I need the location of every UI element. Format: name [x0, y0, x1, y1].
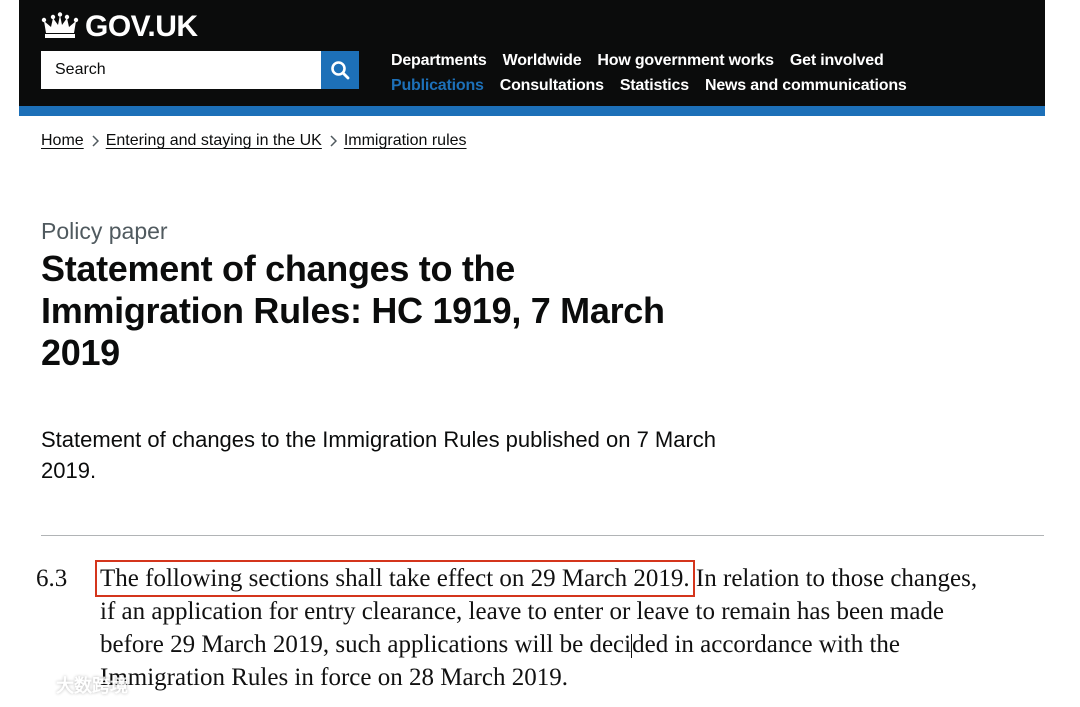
search-input[interactable]	[41, 51, 321, 89]
excerpt-line-3: before 29 March 2019, such applications …	[100, 628, 1060, 661]
excerpt-line-1: The following sections shall take effect…	[95, 560, 1060, 597]
crown-icon	[41, 12, 79, 38]
nav-publications[interactable]: Publications	[391, 77, 484, 95]
paragraph-number: 6.3	[36, 565, 68, 592]
header-accent-bar	[19, 106, 1045, 116]
breadcrumb: Home Entering and staying in the UK Immi…	[41, 132, 467, 150]
excerpt-line-3-a: before 29 March 2019, such applications …	[100, 631, 632, 658]
page-caption: Policy paper	[41, 218, 168, 244]
watermark-logo-icon	[9, 677, 52, 693]
excerpt-line-3-b: ded in accordance with the	[632, 631, 901, 658]
nav-statistics[interactable]: Statistics	[620, 77, 689, 95]
nav-row-2: Publications Consultations Statistics Ne…	[391, 73, 1051, 98]
search-icon	[331, 61, 350, 80]
breadcrumb-immigration-rules[interactable]: Immigration rules	[344, 132, 467, 150]
page-title: Statement of changes to the Immigration …	[41, 248, 665, 373]
site-header: GOV.UK Departments Worldwide How governm…	[19, 0, 1045, 106]
nav-news-and-communications[interactable]: News and communications	[705, 77, 907, 95]
main-navigation: Departments Worldwide How government wor…	[391, 48, 1051, 98]
search-button[interactable]	[321, 51, 359, 89]
page-lede: Statement of changes to the Immigration …	[41, 427, 717, 483]
watermark-text: 大数跨境	[56, 676, 128, 696]
logo-text: GOV.UK	[85, 10, 198, 43]
highlighted-sentence: The following sections shall take effect…	[95, 560, 695, 597]
paragraph-body: The following sections shall take effect…	[95, 560, 1060, 694]
nav-get-involved[interactable]: Get involved	[790, 52, 884, 70]
breadcrumb-entering-and-staying[interactable]: Entering and staying in the UK	[106, 132, 322, 150]
watermark: 大数跨境	[8, 672, 128, 698]
excerpt-line-2: if an application for entry clearance, l…	[100, 598, 945, 625]
excerpt-line-4: Immigration Rules in force on 28 March 2…	[100, 664, 568, 691]
search-form	[41, 51, 359, 89]
nav-row-1: Departments Worldwide How government wor…	[391, 48, 1051, 73]
nav-consultations[interactable]: Consultations	[500, 77, 604, 95]
nav-worldwide[interactable]: Worldwide	[503, 52, 582, 70]
nav-how-government-works[interactable]: How government works	[597, 52, 774, 70]
govuk-logo[interactable]: GOV.UK	[41, 10, 198, 44]
excerpt-line-1-rest: In relation to those changes,	[689, 565, 978, 592]
chevron-right-icon	[84, 135, 106, 147]
nav-departments[interactable]: Departments	[391, 52, 487, 70]
breadcrumb-home[interactable]: Home	[41, 132, 84, 150]
chevron-right-icon	[322, 135, 344, 147]
section-divider	[41, 535, 1044, 536]
